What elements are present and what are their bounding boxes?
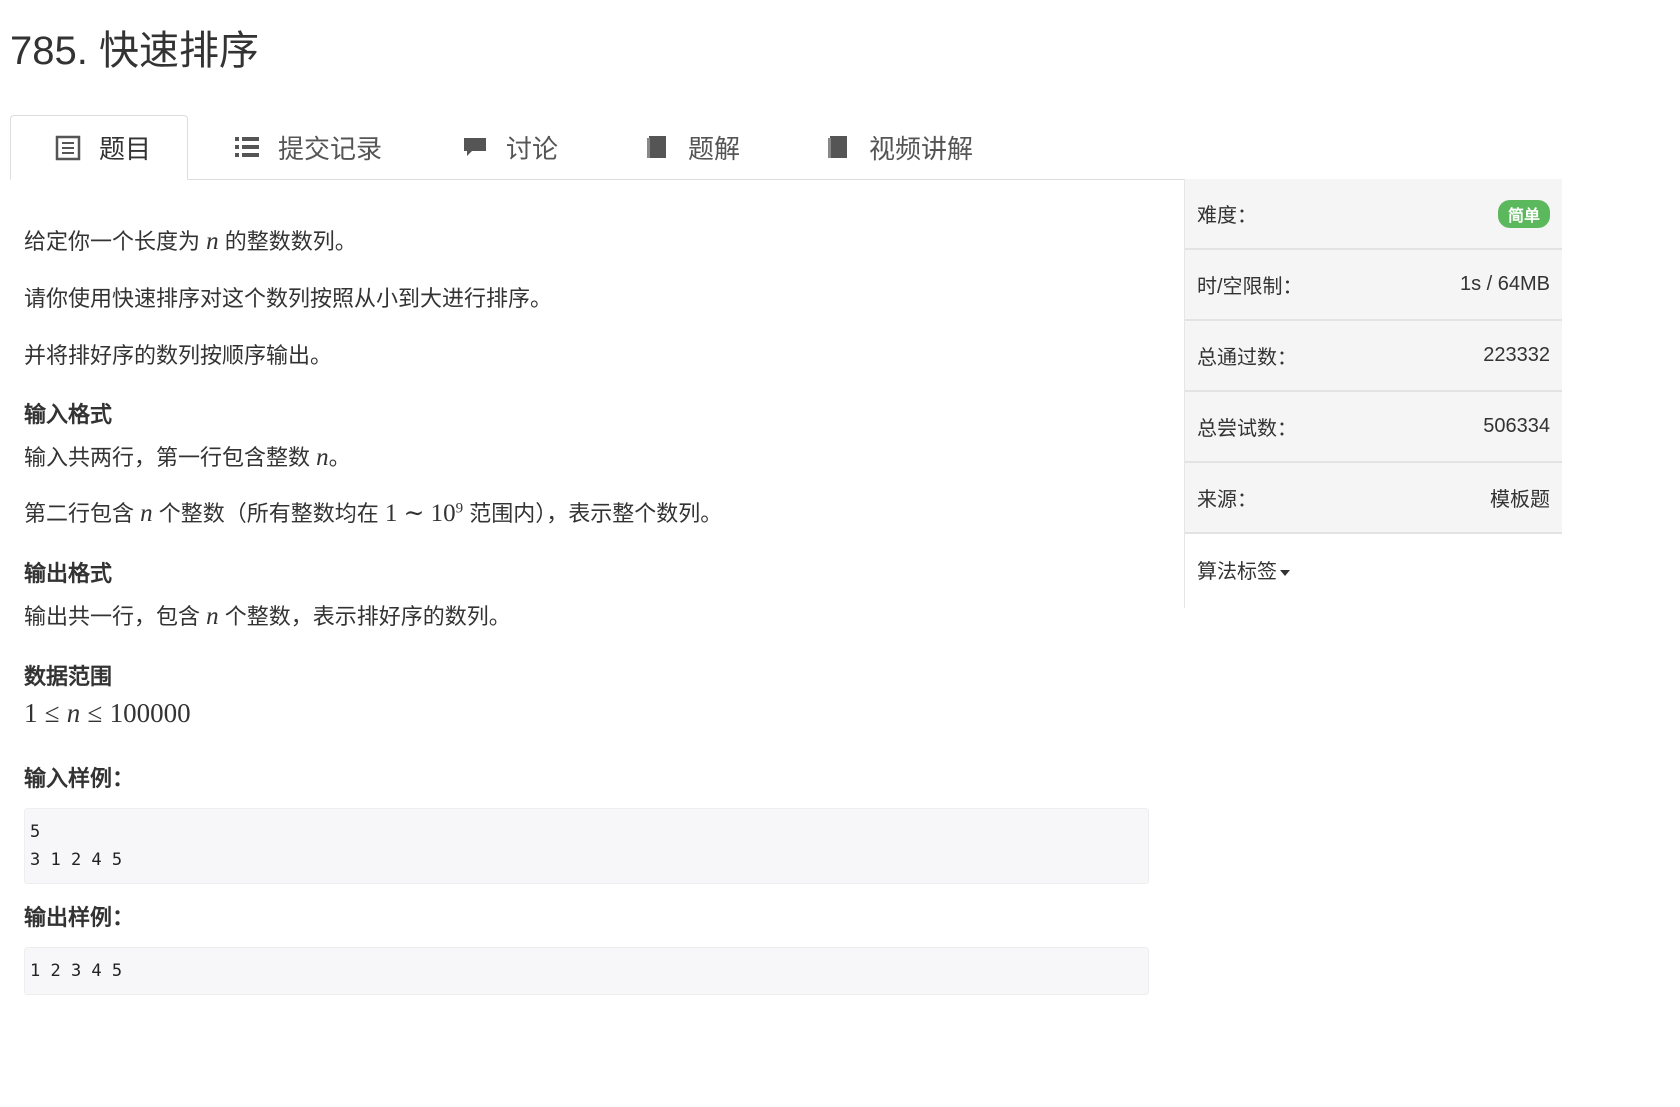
- source-value[interactable]: 模板题: [1490, 483, 1550, 512]
- limit-value: 1s / 64MB: [1459, 273, 1550, 295]
- comment-icon: [464, 138, 486, 156]
- input-format-line2: 第二行包含 n 个整数（所有整数均在 1 ∼ 109 范围内），表示整个数列。: [24, 496, 722, 528]
- limit-label: 时/空限制：: [1197, 276, 1303, 298]
- tab-discussion[interactable]: 讨论: [462, 115, 558, 179]
- problem-info-panel: 难度： 简单 时/空限制： 1s / 64MB 总通过数： 223332 总尝试…: [1184, 179, 1562, 608]
- tab-solutions[interactable]: 题解: [644, 115, 740, 179]
- math-number: 1: [24, 698, 38, 728]
- math-var: n: [206, 228, 219, 255]
- document-icon: [55, 135, 81, 160]
- sample-output-heading: 输出样例：: [24, 905, 135, 930]
- attempts-value: 506334: [1483, 415, 1550, 437]
- data-range-heading: 数据范围: [24, 664, 113, 689]
- math-number: 100000: [109, 698, 191, 728]
- limit-row: 时/空限制： 1s / 64MB: [1185, 250, 1562, 321]
- tab-video[interactable]: 视频讲解: [825, 115, 973, 179]
- text: 个整数（所有整数均在: [158, 501, 379, 526]
- list-icon: [235, 137, 259, 157]
- caret-down-icon: [1280, 569, 1290, 576]
- difficulty-row: 难度： 简单: [1185, 179, 1562, 250]
- text: 个整数，表示排好序的数列。: [224, 604, 511, 629]
- input-format-heading: 输入格式: [24, 402, 113, 427]
- tab-submissions[interactable]: 提交记录: [234, 115, 382, 179]
- text: 的整数数列。: [224, 229, 357, 254]
- book-icon: [828, 136, 847, 158]
- math-exponent: 9: [455, 500, 464, 517]
- tab-label: 题目: [99, 134, 152, 164]
- difficulty-badge: 简单: [1497, 199, 1550, 228]
- book-icon: [647, 136, 666, 158]
- math-symbol: ≤: [87, 698, 103, 728]
- passed-label: 总通过数：: [1197, 347, 1297, 369]
- algorithm-tags-dropdown[interactable]: 算法标签: [1197, 555, 1290, 584]
- tab-label: 视频讲解: [869, 133, 974, 164]
- math-var: n: [206, 603, 219, 630]
- input-format-line1: 输入共两行，第一行包含整数 n。: [24, 440, 351, 472]
- description-p1: 给定你一个长度为 n 的整数数列。: [24, 224, 357, 256]
- text: 输出共一行，包含: [24, 604, 201, 629]
- output-format-line: 输出共一行，包含 n 个整数，表示排好序的数列。: [24, 599, 511, 631]
- attempts-row: 总尝试数： 506334: [1185, 392, 1562, 463]
- math-number: 1: [384, 500, 398, 527]
- attempts-label: 总尝试数：: [1197, 418, 1297, 440]
- text: 范围内），表示整个数列。: [469, 501, 723, 526]
- tab-problem[interactable]: 题目: [10, 115, 188, 180]
- text: 输入共两行，第一行包含整数: [24, 445, 311, 470]
- text: 。: [328, 445, 351, 470]
- tab-label: 讨论: [506, 133, 559, 164]
- data-range-formula: 1 ≤ n ≤ 100000: [24, 698, 191, 729]
- sample-input-code: 5 3 1 2 4 5: [24, 808, 1149, 884]
- tab-label: 提交记录: [278, 133, 383, 164]
- page-title: 785. 快速排序: [10, 29, 259, 73]
- algorithm-tags-label: 算法标签: [1197, 561, 1277, 583]
- math-var: n: [316, 444, 329, 471]
- sample-input-heading: 输入样例：: [24, 766, 135, 791]
- description-p3: 并将排好序的数列按顺序输出。: [24, 343, 333, 368]
- tab-label: 题解: [688, 133, 741, 164]
- math-number: 10: [430, 500, 456, 527]
- math-var: n: [140, 500, 153, 527]
- text: 第二行包含: [24, 501, 135, 526]
- passed-row: 总通过数： 223332: [1185, 321, 1562, 392]
- tabs-bar: 题目 提交记录 讨论 题解 视频讲解: [10, 115, 1562, 180]
- source-label: 来源：: [1197, 489, 1257, 511]
- sample-output-code: 1 2 3 4 5: [24, 947, 1149, 995]
- math-symbol: ∼: [403, 500, 425, 527]
- difficulty-label: 难度：: [1197, 205, 1257, 227]
- source-row: 来源： 模板题: [1185, 463, 1562, 534]
- algorithm-tags-toggle[interactable]: 算法标签: [1185, 534, 1562, 605]
- passed-value: 223332: [1483, 344, 1550, 366]
- math-symbol: ≤: [44, 698, 60, 728]
- description-p2: 请你使用快速排序对这个数列按照从小到大进行排序。: [24, 286, 553, 311]
- text: 给定你一个长度为: [24, 229, 201, 254]
- output-format-heading: 输出格式: [24, 561, 113, 586]
- math-var: n: [66, 698, 81, 728]
